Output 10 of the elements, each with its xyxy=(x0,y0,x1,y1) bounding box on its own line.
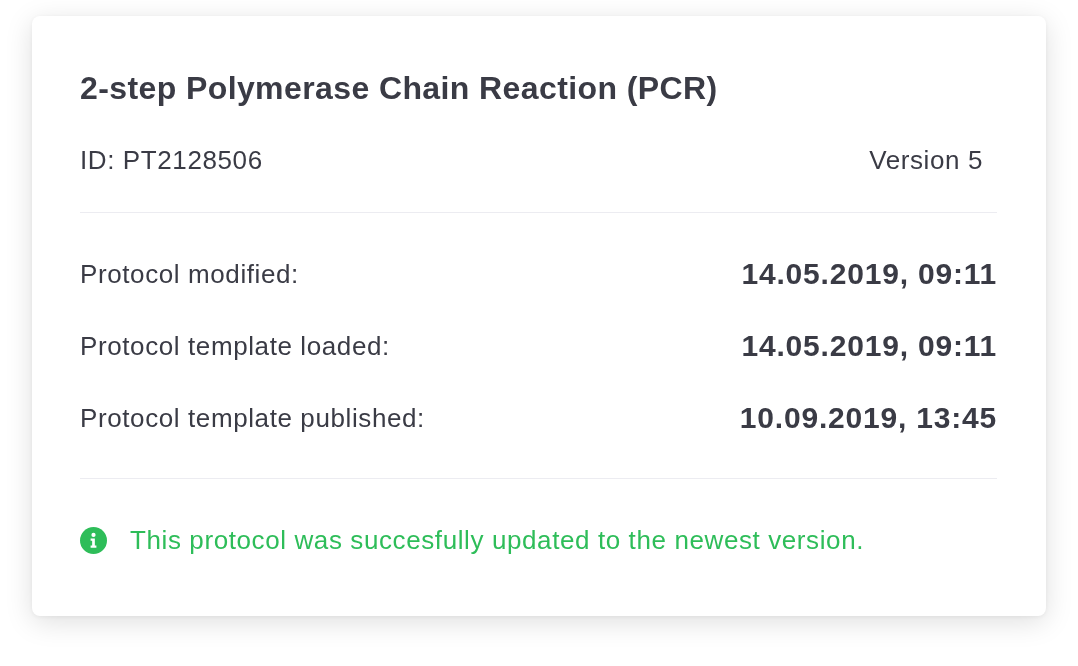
detail-label: Protocol modified: xyxy=(80,259,299,289)
detail-value: 14.05.2019, 09:11 xyxy=(741,328,997,364)
protocol-version: Version 5 xyxy=(869,145,983,175)
detail-label: Protocol template published: xyxy=(80,403,425,433)
detail-label: Protocol template loaded: xyxy=(80,331,390,361)
protocol-title: 2-step Polymerase Chain Reaction (PCR) xyxy=(80,70,718,106)
detail-value: 10.09.2019, 13:45 xyxy=(739,400,997,436)
detail-value: 14.05.2019, 09:11 xyxy=(741,256,997,292)
notice-message: This protocol was succesfully updated to the newest version. xyxy=(130,525,865,555)
protocol-id: ID: PT2128506 xyxy=(80,145,263,175)
